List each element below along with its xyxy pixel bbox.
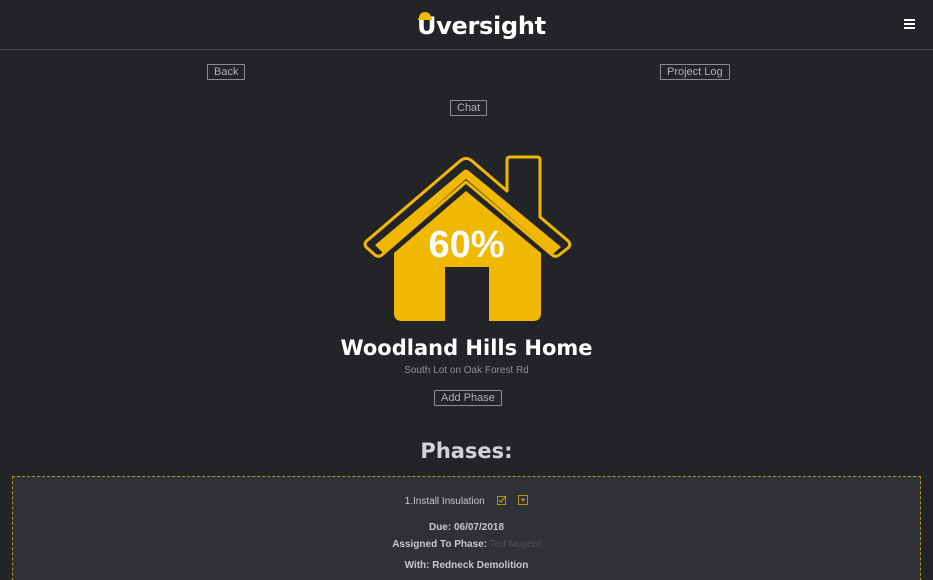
project-title: Woodland Hills Home	[340, 336, 593, 360]
phase-name-row: 1.Install Insulation	[13, 495, 920, 507]
assigned-label: Assigned To Phase:	[392, 539, 488, 550]
assigned-value: Ted Nugent	[489, 539, 541, 550]
logo-text: versight	[436, 12, 546, 40]
dropdown-toggle-icon[interactable]	[518, 495, 529, 505]
hamburger-icon[interactable]	[903, 17, 917, 31]
phase-card: 1.Install Insulation Due: 06/07/2018 Ass…	[12, 476, 921, 580]
top-navbar: U versight	[0, 0, 933, 50]
app-logo[interactable]: U versight	[417, 8, 546, 40]
project-log-button[interactable]: Project Log	[660, 64, 730, 80]
phase-due-date: Due: 06/07/2018	[428, 522, 505, 533]
phase-with: With: Redneck Demolition	[404, 560, 529, 571]
project-location: South Lot on Oak Forest Rd	[404, 365, 529, 376]
phase-assigned: Assigned To Phase: Ted Nugent	[13, 539, 920, 550]
hardhat-icon	[418, 12, 432, 20]
phase-name: 1.Install Insulation	[404, 496, 485, 507]
add-phase-button[interactable]: Add Phase	[434, 390, 502, 406]
chat-button[interactable]: Chat	[450, 100, 488, 116]
progress-percent-label: 60%	[428, 224, 505, 266]
back-button[interactable]: Back	[207, 64, 246, 80]
phases-heading: Phases:	[420, 439, 513, 463]
checkbox-icon[interactable]	[496, 495, 507, 505]
